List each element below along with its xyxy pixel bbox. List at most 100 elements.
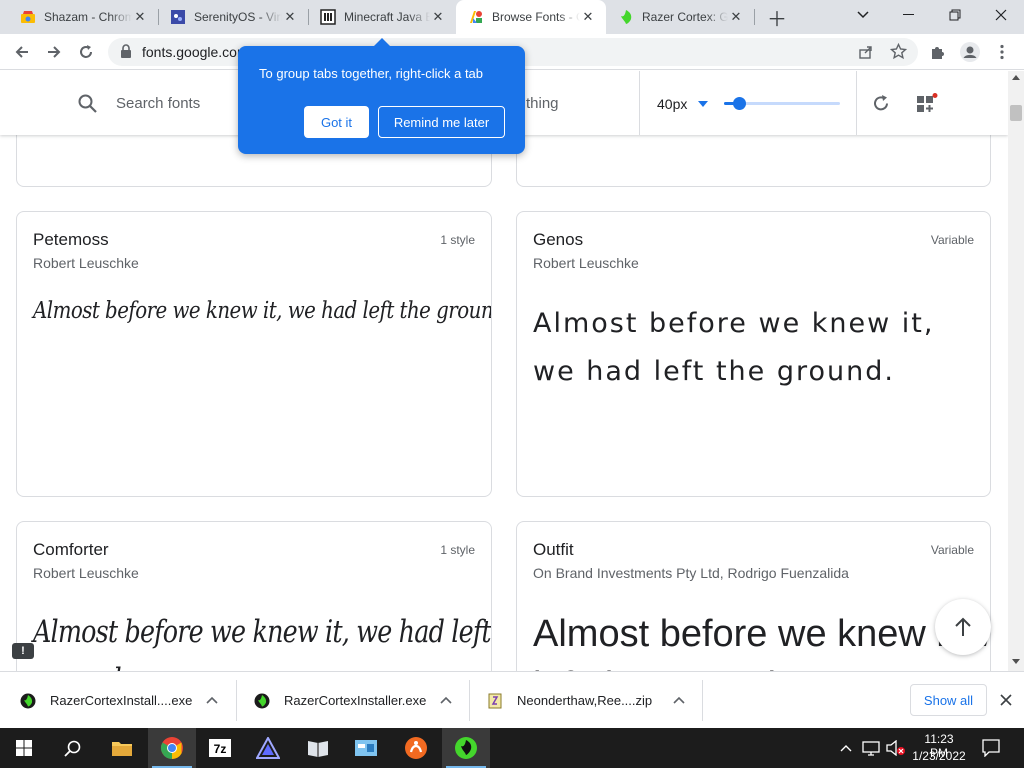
svg-text:7z: 7z xyxy=(214,742,227,756)
close-icon[interactable] xyxy=(1000,694,1012,706)
tab-strip: Shazam - Chrome Web Store ✕ SerenityOS -… xyxy=(0,0,1024,34)
popup-message: To group tabs together, right-click a ta… xyxy=(259,66,484,81)
download-item[interactable]: Neonderthaw,Ree....zip xyxy=(487,672,697,729)
7zip-icon: 7z xyxy=(209,739,231,757)
slider-handle[interactable] xyxy=(733,97,747,110)
font-card-outfit[interactable]: Outfit Variable On Brand Investments Pty… xyxy=(516,521,991,671)
font-sample-text: Almost before we knew it, we had left th… xyxy=(33,298,492,324)
font-card-petemoss[interactable]: Petemoss 1 style Robert Leuschke Almost … xyxy=(16,211,492,497)
close-icon[interactable]: ✕ xyxy=(282,9,298,25)
close-icon[interactable]: ✕ xyxy=(430,9,446,25)
chrome-taskbar-button[interactable] xyxy=(148,728,196,768)
font-card-genos[interactable]: Genos Variable Robert Leuschke Almost be… xyxy=(516,211,991,497)
bookmark-star-icon[interactable] xyxy=(890,43,907,60)
razer-icon xyxy=(618,9,634,25)
orange-app-icon xyxy=(405,737,427,759)
menu-button[interactable] xyxy=(988,38,1016,66)
tab-serenityos[interactable]: SerenityOS - Virtual Machine ✕ xyxy=(158,0,308,34)
tab-title: Browse Fonts - Google Fonts xyxy=(492,10,580,24)
minimize-button[interactable] xyxy=(886,0,932,30)
lock-icon xyxy=(121,44,131,58)
font-designer: Robert Leuschke xyxy=(533,255,639,271)
chevron-up-icon[interactable] xyxy=(840,744,852,752)
selected-families-icon[interactable] xyxy=(916,93,938,113)
chevron-up-icon[interactable] xyxy=(440,696,452,704)
triangle-app-icon xyxy=(256,737,280,759)
download-filename: RazerCortexInstaller.exe xyxy=(284,693,427,708)
got-it-button[interactable]: Got it xyxy=(304,106,369,138)
show-all-button[interactable]: Show all xyxy=(910,684,987,716)
windows-logo-icon xyxy=(16,740,32,756)
arrow-left-icon xyxy=(15,46,28,58)
close-window-button[interactable] xyxy=(978,0,1024,30)
font-card-comforter[interactable]: Comforter 1 style Robert Leuschke Almost… xyxy=(16,521,492,671)
start-button[interactable] xyxy=(0,728,48,768)
avatar-icon xyxy=(960,42,980,62)
taskbar-search-button[interactable] xyxy=(48,728,96,768)
font-sample-text: Almost before we knew it, we had left th… xyxy=(533,613,990,671)
tab-search-button[interactable] xyxy=(840,0,886,30)
reload-icon xyxy=(80,45,92,58)
google-fonts-icon xyxy=(468,9,484,25)
close-icon[interactable]: ✕ xyxy=(580,9,596,25)
7zip-button[interactable]: 7z xyxy=(196,728,244,768)
scroll-down-icon[interactable] xyxy=(1012,659,1020,664)
tab-shazam[interactable]: Shazam - Chrome Web Store ✕ xyxy=(8,0,158,34)
font-styles-count: Variable xyxy=(930,543,974,557)
razer-icon xyxy=(455,737,477,759)
download-item[interactable]: RazerCortexInstaller.exe xyxy=(254,672,464,729)
chrome-web-store-icon xyxy=(20,9,36,25)
tab-browse-fonts[interactable]: Browse Fonts - Google Fonts ✕ xyxy=(456,0,606,34)
caret-down-icon[interactable] xyxy=(698,101,708,107)
font-styles-count: 1 style xyxy=(440,543,475,557)
tab-groups-promo-popup: To group tabs together, right-click a ta… xyxy=(238,38,525,154)
volume-muted-icon[interactable] xyxy=(886,740,906,756)
app-taskbar-button[interactable] xyxy=(294,728,342,768)
search-icon xyxy=(63,740,80,757)
file-explorer-button[interactable] xyxy=(98,728,146,768)
url-text: fonts.google.com xyxy=(142,44,249,60)
app-taskbar-button[interactable] xyxy=(342,728,390,768)
reload-button[interactable] xyxy=(72,38,100,66)
network-icon[interactable] xyxy=(862,740,880,756)
chevron-up-icon[interactable] xyxy=(673,696,685,704)
close-icon[interactable]: ✕ xyxy=(728,9,744,25)
font-styles-count: 1 style xyxy=(440,233,475,247)
new-tab-button[interactable]: ＋ xyxy=(764,5,790,31)
download-filename: RazerCortexInstall....exe xyxy=(50,693,193,708)
tab-minecraft[interactable]: Minecraft Java Edition ✕ xyxy=(308,0,456,34)
notifications-icon[interactable] xyxy=(982,739,1000,757)
zip-file-icon xyxy=(488,693,502,708)
font-name: Genos xyxy=(533,230,584,249)
reset-icon[interactable] xyxy=(872,94,891,113)
font-size-slider[interactable] xyxy=(724,97,840,110)
download-shelf: RazerCortexInstall....exe RazerCortexIns… xyxy=(0,671,1024,728)
tab-razer-cortex[interactable]: Razer Cortex: Game Booster ✕ xyxy=(606,0,754,34)
page-scrollbar[interactable] xyxy=(1008,71,1024,671)
serenity-icon xyxy=(170,9,186,25)
puzzle-icon xyxy=(932,47,944,59)
minecraft-icon xyxy=(320,9,336,25)
scroll-up-icon[interactable] xyxy=(1012,75,1020,80)
chevron-up-icon[interactable] xyxy=(206,696,218,704)
search-fonts-input[interactable]: Search fonts xyxy=(116,95,200,112)
scrollbar-thumb[interactable] xyxy=(1010,105,1022,121)
feedback-icon[interactable]: ! xyxy=(12,643,34,659)
profile-button[interactable] xyxy=(956,38,984,66)
download-item[interactable]: RazerCortexInstall....exe xyxy=(20,672,230,729)
app-taskbar-button[interactable] xyxy=(244,728,292,768)
forward-button[interactable] xyxy=(40,38,68,66)
extensions-button[interactable] xyxy=(924,38,952,66)
divider xyxy=(702,680,703,721)
preview-text-input[interactable]: thing xyxy=(526,95,559,112)
font-styles-count: Variable xyxy=(930,233,974,247)
font-size-select[interactable]: 40px xyxy=(657,96,687,112)
remind-me-later-button[interactable]: Remind me later xyxy=(378,106,505,138)
back-button[interactable] xyxy=(8,38,36,66)
share-icon[interactable] xyxy=(858,44,874,60)
razer-cortex-taskbar-button[interactable] xyxy=(442,728,490,768)
back-to-top-button[interactable] xyxy=(935,599,991,655)
restore-button[interactable] xyxy=(932,0,978,30)
app-taskbar-button[interactable] xyxy=(392,728,440,768)
close-icon[interactable]: ✕ xyxy=(132,9,148,25)
